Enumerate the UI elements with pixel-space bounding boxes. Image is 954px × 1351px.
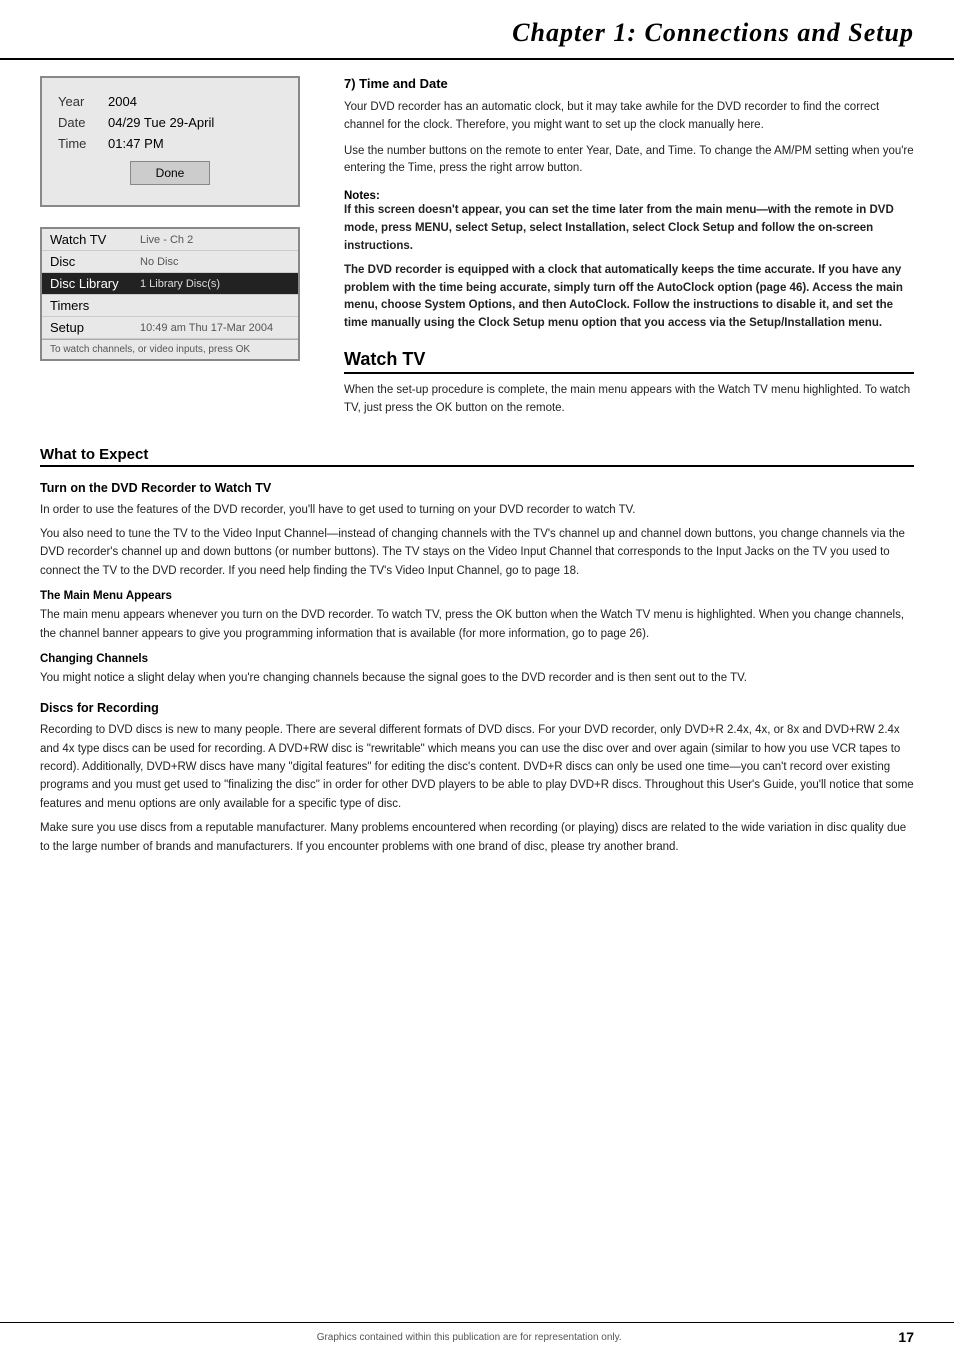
section-7-title: 7) Time and Date bbox=[344, 76, 914, 91]
menu-footer: To watch channels, or video inputs, pres… bbox=[42, 339, 298, 359]
menu-item-setup[interactable]: Setup 10:49 am Thu 17-Mar 2004 bbox=[42, 317, 298, 339]
page-number: 17 bbox=[898, 1329, 914, 1345]
date-label: Date bbox=[58, 115, 108, 130]
menu-label-disc-library: Disc Library bbox=[50, 276, 140, 291]
turn-on-dvd-para2: You also need to tune the TV to the Vide… bbox=[40, 525, 914, 580]
main-menu-appears-body: The main menu appears whenever you turn … bbox=[40, 606, 914, 643]
clock-screen: Year 2004 Date 04/29 Tue 29-April Time 0… bbox=[40, 76, 300, 207]
main-content: Year 2004 Date 04/29 Tue 29-April Time 0… bbox=[0, 76, 954, 426]
watch-tv-body: When the set-up procedure is complete, t… bbox=[344, 382, 914, 418]
menu-item-disc[interactable]: Disc No Disc bbox=[42, 251, 298, 273]
year-value: 2004 bbox=[108, 94, 137, 109]
what-to-expect-heading: What to Expect bbox=[40, 446, 914, 467]
watch-tv-section: Watch TV When the set-up procedure is co… bbox=[344, 349, 914, 418]
note-2: The DVD recorder is equipped with a cloc… bbox=[344, 262, 914, 333]
chapter-title: Chapter 1: Connections and Setup bbox=[40, 18, 914, 48]
clock-date-row: Date 04/29 Tue 29-April bbox=[58, 115, 282, 130]
menu-item-disc-library[interactable]: Disc Library 1 Library Disc(s) bbox=[42, 273, 298, 295]
menu-item-watch-tv[interactable]: Watch TV Live - Ch 2 bbox=[42, 229, 298, 251]
clock-year-row: Year 2004 bbox=[58, 94, 282, 109]
changing-channels-body: You might notice a slight delay when you… bbox=[40, 669, 914, 687]
discs-for-recording-heading: Discs for Recording bbox=[40, 701, 914, 715]
changing-channels-heading: Changing Channels bbox=[40, 653, 914, 665]
footer-center-text: Graphics contained within this publicati… bbox=[317, 1332, 622, 1343]
page-footer: Graphics contained within this publicati… bbox=[0, 1322, 954, 1351]
clock-time-row: Time 01:47 PM bbox=[58, 136, 282, 151]
menu-label-timers: Timers bbox=[50, 298, 140, 313]
turn-on-dvd-para1: In order to use the features of the DVD … bbox=[40, 501, 914, 519]
menu-label-disc: Disc bbox=[50, 254, 140, 269]
menu-screen: Watch TV Live - Ch 2 Disc No Disc Disc L… bbox=[40, 227, 300, 361]
done-button[interactable]: Done bbox=[130, 161, 210, 185]
section-7-para1: Your DVD recorder has an automatic clock… bbox=[344, 99, 914, 135]
section-7-para2: Use the number buttons on the remote to … bbox=[344, 143, 914, 179]
notes-label: Notes: bbox=[344, 190, 380, 202]
menu-label-watch-tv: Watch TV bbox=[50, 232, 140, 247]
notes-block: Notes: If this screen doesn't appear, yo… bbox=[344, 188, 914, 333]
discs-para1: Recording to DVD discs is new to many pe… bbox=[40, 721, 914, 813]
page-header: Chapter 1: Connections and Setup bbox=[0, 0, 954, 60]
menu-value-disc: No Disc bbox=[140, 256, 179, 268]
right-column: 7) Time and Date Your DVD recorder has a… bbox=[344, 76, 914, 426]
time-value: 01:47 PM bbox=[108, 136, 164, 151]
year-label: Year bbox=[58, 94, 108, 109]
what-to-expect-section: What to Expect Turn on the DVD Recorder … bbox=[0, 446, 954, 856]
menu-value-setup: 10:49 am Thu 17-Mar 2004 bbox=[140, 322, 273, 334]
discs-para2: Make sure you use discs from a reputable… bbox=[40, 819, 914, 856]
left-column: Year 2004 Date 04/29 Tue 29-April Time 0… bbox=[40, 76, 320, 426]
note-1: If this screen doesn't appear, you can s… bbox=[344, 202, 914, 255]
menu-value-disc-library: 1 Library Disc(s) bbox=[140, 278, 220, 290]
main-menu-appears-heading: The Main Menu Appears bbox=[40, 590, 914, 602]
menu-item-timers[interactable]: Timers bbox=[42, 295, 298, 317]
date-value: 04/29 Tue 29-April bbox=[108, 115, 214, 130]
watch-tv-heading: Watch TV bbox=[344, 349, 914, 374]
section-7: 7) Time and Date Your DVD recorder has a… bbox=[344, 76, 914, 333]
menu-value-watch-tv: Live - Ch 2 bbox=[140, 234, 193, 246]
menu-label-setup: Setup bbox=[50, 320, 140, 335]
turn-on-dvd-heading: Turn on the DVD Recorder to Watch TV bbox=[40, 481, 914, 495]
time-label: Time bbox=[58, 136, 108, 151]
